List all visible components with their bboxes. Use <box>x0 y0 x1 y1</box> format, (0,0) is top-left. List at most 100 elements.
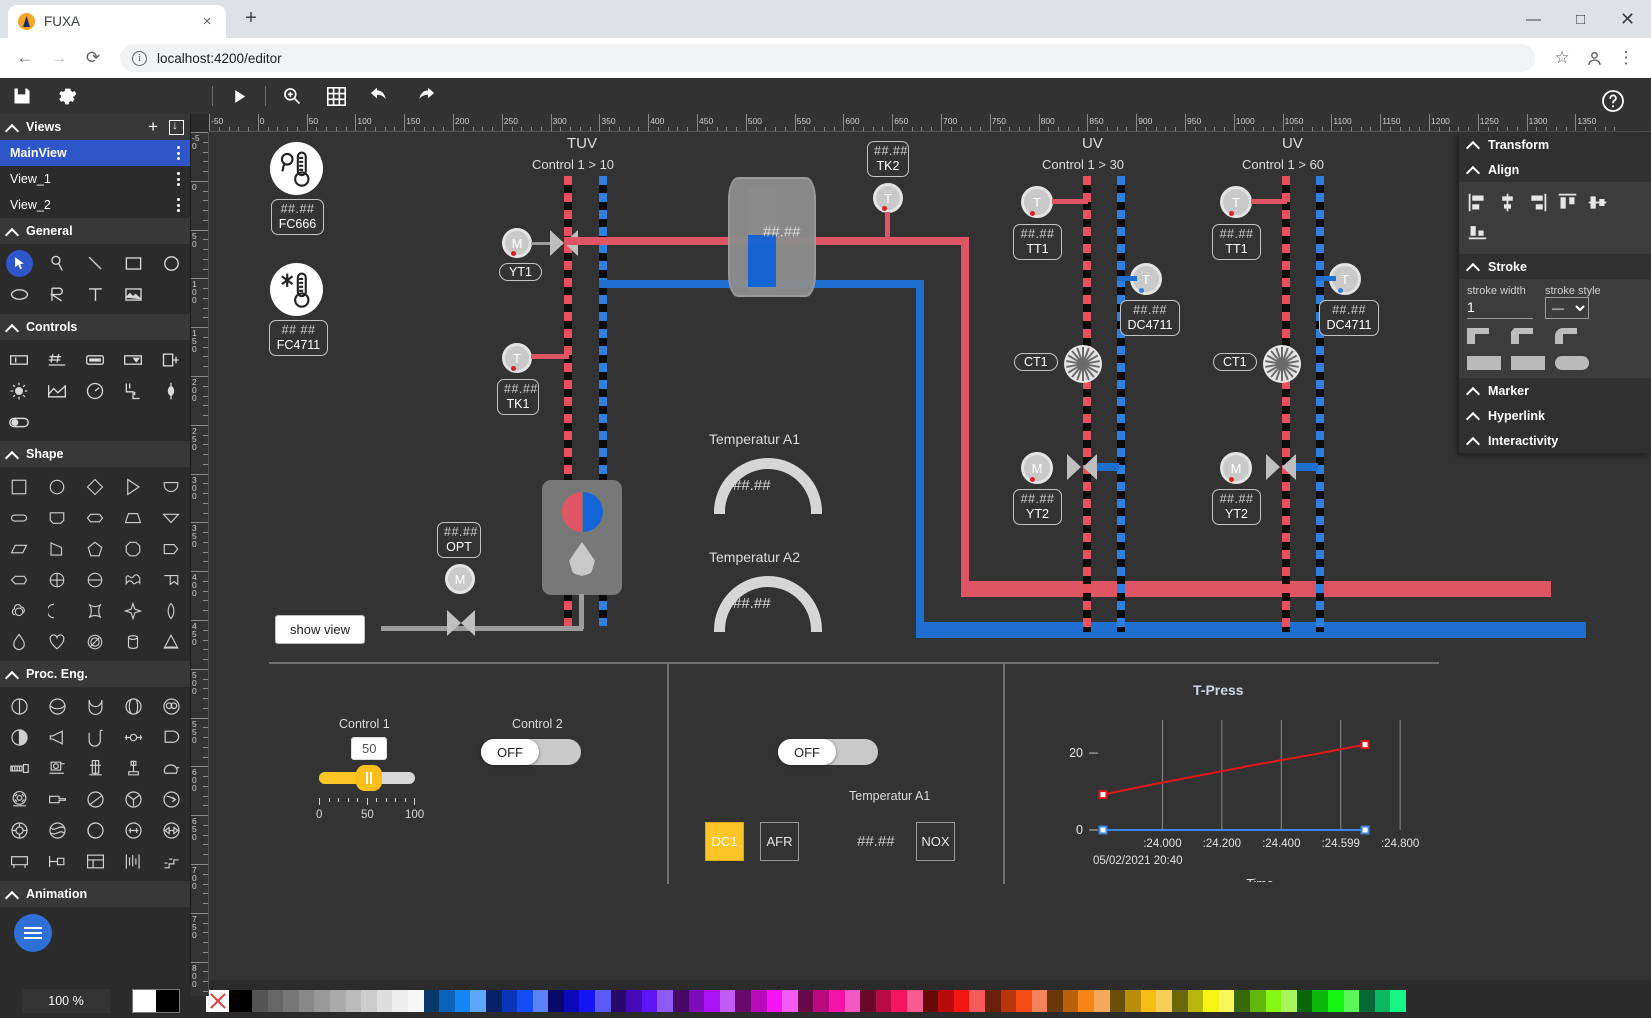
bookmark-star-icon[interactable]: ☆ <box>1547 43 1577 73</box>
palette-swatch[interactable] <box>564 990 580 1012</box>
palette-swatch[interactable] <box>595 990 611 1012</box>
device-opt[interactable]: ##.## OPT <box>437 522 481 558</box>
palette-swatch[interactable] <box>876 990 892 1012</box>
palette-swatch[interactable] <box>813 990 829 1012</box>
control1-value[interactable]: 50 <box>351 737 387 760</box>
pe-half-filled[interactable] <box>0 722 38 753</box>
palette-swatch[interactable] <box>1016 990 1032 1012</box>
image-tool[interactable] <box>114 279 152 310</box>
device-yt2-uv2[interactable]: ##.## YT2 <box>1212 489 1261 525</box>
shape-trapezoid[interactable] <box>114 502 152 533</box>
address-bar[interactable]: i localhost:4200/editor <box>120 44 1535 72</box>
shape-cone[interactable] <box>152 626 190 657</box>
pipe-control[interactable] <box>114 375 152 406</box>
select-tool[interactable] <box>0 248 38 279</box>
hot-return-horizontal[interactable] <box>961 581 1551 597</box>
sensor-tt1-uv1[interactable]: T <box>1021 186 1053 218</box>
browser-tab[interactable]: FUXA × <box>8 5 226 38</box>
slider-control[interactable] <box>152 375 190 406</box>
palette-swatch[interactable] <box>502 990 518 1012</box>
motor-yt1[interactable]: M <box>502 228 532 258</box>
device-dc4711-uv2[interactable]: ##.## DC4711 <box>1319 300 1379 336</box>
pe-impeller[interactable] <box>0 815 38 846</box>
polyline-tool[interactable] <box>38 279 76 310</box>
palette-swatch[interactable] <box>1094 990 1110 1012</box>
cap-square-icon[interactable] <box>1511 356 1545 370</box>
shape-triangle-down[interactable] <box>152 502 190 533</box>
gauge-control[interactable] <box>76 375 114 406</box>
pe-connector[interactable] <box>38 846 76 877</box>
palette-swatch[interactable] <box>907 990 923 1012</box>
palette-swatch[interactable] <box>829 990 845 1012</box>
palette-swatch[interactable] <box>1078 990 1094 1012</box>
shape-star4[interactable] <box>114 595 152 626</box>
shape-cylinder[interactable] <box>114 626 152 657</box>
cold-return-vertical[interactable] <box>916 280 924 630</box>
t-press-chart[interactable]: T-Press :24.000:24.200:24.400:24.599:24.… <box>1021 682 1441 882</box>
shape-diamond[interactable] <box>76 471 114 502</box>
palette-swatch[interactable] <box>938 990 954 1012</box>
view-menu-icon[interactable] <box>177 198 180 212</box>
shape-square[interactable] <box>0 471 38 502</box>
align-bottom-icon[interactable] <box>1467 220 1488 244</box>
valve-yt2-uv1[interactable] <box>1067 454 1097 480</box>
shape-section-header[interactable]: Shape <box>0 441 190 467</box>
palette-swatch[interactable] <box>1297 990 1313 1012</box>
sidebar-item-mainview[interactable]: MainView <box>0 140 190 166</box>
shape-moon[interactable] <box>38 595 76 626</box>
palette-swatch[interactable] <box>283 990 299 1012</box>
stroke-width-input[interactable] <box>1467 297 1533 319</box>
pe-blower[interactable] <box>152 753 190 784</box>
palette-swatch[interactable] <box>314 990 330 1012</box>
pe-tank-legs[interactable] <box>0 846 38 877</box>
palette-swatch[interactable] <box>798 990 814 1012</box>
pe-bend[interactable] <box>76 722 114 753</box>
toggle-knob[interactable]: OFF <box>481 739 539 765</box>
device-tk1[interactable]: ##.## TK1 <box>497 379 539 415</box>
cold-thermometer-icon[interactable] <box>270 263 323 316</box>
sidebar-item-view2[interactable]: View_2 <box>0 192 190 218</box>
toggle-knob[interactable]: OFF <box>778 739 836 765</box>
shape-circle[interactable] <box>38 471 76 502</box>
align-section-header[interactable]: Align <box>1459 157 1651 182</box>
drawing-stage[interactable]: TUV Control 1 > 10 ##.## FC666 <box>209 132 1651 980</box>
shape-lens[interactable] <box>0 564 38 595</box>
palette-swatch[interactable] <box>470 990 486 1012</box>
cap-round-icon[interactable] <box>1555 356 1589 370</box>
pe-conveyor[interactable] <box>0 753 38 784</box>
shape-right-trapezoid[interactable] <box>38 533 76 564</box>
pe-circle-slash[interactable] <box>76 784 114 815</box>
palette-swatch[interactable] <box>689 990 705 1012</box>
add-view-button[interactable]: + <box>144 117 162 137</box>
shape-cut-rect[interactable] <box>38 502 76 533</box>
palette-swatch[interactable] <box>533 990 549 1012</box>
palette-swatch[interactable] <box>891 990 907 1012</box>
shape-arrow-tag[interactable] <box>152 533 190 564</box>
pe-inline-valve[interactable] <box>114 722 152 753</box>
join-round-icon[interactable] <box>1555 328 1589 347</box>
palette-swatch[interactable] <box>923 990 939 1012</box>
circle-tool[interactable] <box>152 248 190 279</box>
palette-swatch[interactable] <box>860 990 876 1012</box>
stroke-color-swatch[interactable] <box>156 990 179 1012</box>
pe-stairs[interactable] <box>152 846 190 877</box>
pe-bars[interactable] <box>114 846 152 877</box>
device-yt2-uv1[interactable]: ##.## YT2 <box>1013 489 1062 525</box>
hyperlink-section-header[interactable]: Hyperlink <box>1459 403 1651 428</box>
palette-swatch[interactable] <box>611 990 627 1012</box>
site-info-icon[interactable]: i <box>132 51 147 66</box>
shape-rounded-rect[interactable] <box>0 502 38 533</box>
button-control[interactable] <box>76 344 114 375</box>
hot-thermometer-icon[interactable] <box>270 142 323 195</box>
device-ct1-uv2[interactable]: CT1 <box>1213 353 1257 371</box>
align-center-vertical-icon[interactable] <box>1497 192 1518 216</box>
profile-icon[interactable] <box>1579 43 1609 73</box>
close-icon[interactable]: × <box>198 13 216 31</box>
palette-swatch[interactable] <box>299 990 315 1012</box>
pe-arrow-circle[interactable] <box>152 784 190 815</box>
pe-double-circle[interactable] <box>152 691 190 722</box>
redo-icon[interactable] <box>402 78 446 114</box>
hot-return-vertical[interactable] <box>961 237 969 589</box>
palette-swatch[interactable] <box>1312 990 1328 1012</box>
minimize-button[interactable]: — <box>1510 0 1557 38</box>
